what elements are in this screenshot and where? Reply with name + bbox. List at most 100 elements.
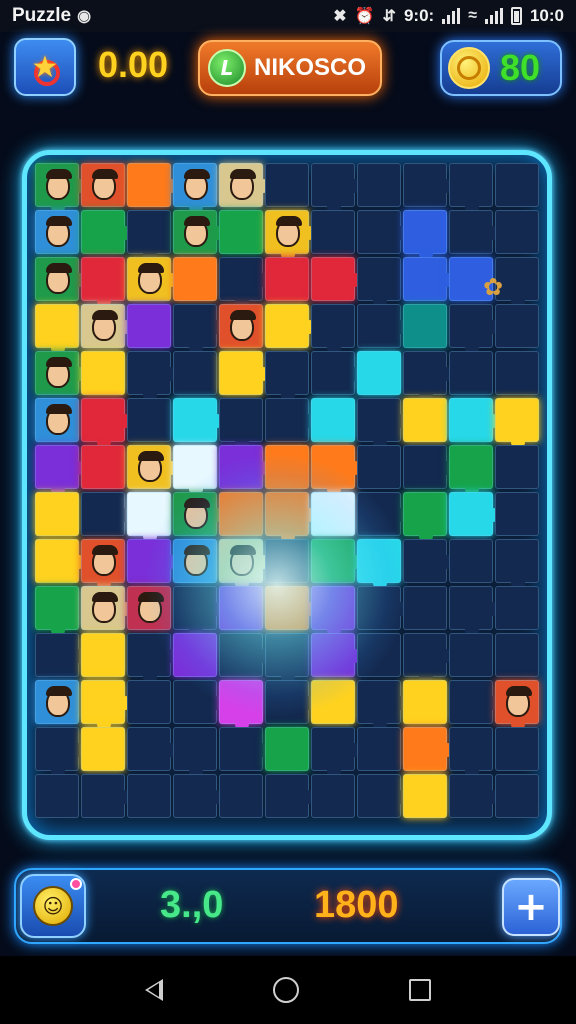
puzzle-piece[interactable] [311,398,355,442]
puzzle-piece[interactable] [265,304,316,348]
puzzle-piece[interactable] [81,586,132,630]
puzzle-piece[interactable] [265,257,309,301]
puzzle-piece[interactable] [495,586,539,630]
puzzle-piece[interactable] [127,727,178,771]
puzzle-piece[interactable] [495,304,539,348]
puzzle-piece[interactable] [357,304,408,348]
puzzle-piece[interactable] [449,680,500,724]
puzzle-piece[interactable] [35,257,86,301]
puzzle-piece[interactable] [81,398,132,449]
puzzle-piece[interactable] [311,257,362,301]
puzzle-piece[interactable] [127,680,171,724]
puzzle-piece[interactable] [311,633,362,677]
puzzle-piece[interactable] [495,210,539,254]
puzzle-piece[interactable] [449,774,500,818]
puzzle-piece[interactable] [495,163,539,207]
puzzle-piece[interactable] [35,163,86,214]
puzzle-piece[interactable] [35,727,86,778]
puzzle-piece[interactable] [357,539,401,590]
puzzle-piece[interactable] [403,445,454,489]
puzzle-piece[interactable] [403,398,447,442]
puzzle-piece[interactable] [173,351,217,395]
puzzle-piece[interactable] [495,445,539,489]
puzzle-piece[interactable] [219,727,270,771]
puzzle-piece[interactable] [81,727,125,771]
puzzle-piece[interactable] [127,210,171,261]
puzzle-piece[interactable] [311,304,355,355]
puzzle-piece[interactable] [219,304,263,348]
puzzle-piece[interactable] [35,539,86,583]
puzzle-piece[interactable] [219,210,263,254]
puzzle-piece[interactable] [127,163,178,207]
puzzle-piece[interactable] [449,304,500,355]
puzzle-piece[interactable] [357,163,401,207]
puzzle-piece[interactable] [219,351,270,395]
puzzle-piece[interactable] [403,586,447,630]
puzzle-piece[interactable] [173,680,224,724]
puzzle-piece[interactable] [127,304,171,348]
puzzle-piece[interactable] [311,680,355,724]
puzzle-piece[interactable] [35,633,86,677]
puzzle-piece[interactable] [219,492,263,536]
recents-icon[interactable] [409,979,431,1001]
puzzle-piece[interactable] [265,633,309,684]
puzzle-piece[interactable] [127,351,178,402]
puzzle-piece[interactable] [35,351,86,395]
puzzle-piece[interactable] [403,774,447,818]
puzzle-piece[interactable] [357,492,408,536]
puzzle-piece[interactable] [173,257,217,301]
puzzle-piece[interactable] [403,727,454,771]
puzzle-piece[interactable] [219,633,270,677]
puzzle-piece[interactable] [357,398,408,449]
puzzle-piece[interactable] [81,257,125,308]
puzzle-piece[interactable] [265,492,316,543]
puzzle-piece[interactable] [127,539,178,583]
puzzle-piece[interactable] [35,492,79,536]
puzzle-piece[interactable] [81,445,125,489]
puzzle-piece[interactable] [495,398,539,449]
puzzle-piece[interactable] [311,210,355,254]
puzzle-piece[interactable] [127,257,178,301]
puzzle-piece[interactable] [81,492,132,536]
puzzle-piece[interactable] [173,539,217,583]
puzzle-piece[interactable] [173,210,224,254]
puzzle-piece[interactable] [495,727,539,771]
puzzle-piece[interactable] [495,492,539,536]
add-button[interactable]: + [502,878,560,936]
puzzle-piece[interactable] [449,210,500,254]
puzzle-piece[interactable] [449,163,493,214]
puzzle-piece[interactable] [403,351,454,402]
puzzle-piece[interactable] [81,163,125,207]
puzzle-piece[interactable] [357,257,401,308]
puzzle-piece[interactable] [495,774,539,818]
puzzle-piece[interactable] [127,774,171,818]
puzzle-piece[interactable] [449,492,500,536]
puzzle-piece[interactable] [173,727,217,778]
puzzle-piece[interactable] [35,304,79,355]
puzzle-piece[interactable] [219,774,263,818]
puzzle-piece[interactable] [173,304,224,355]
puzzle-piece[interactable] [219,539,270,590]
avatar-button[interactable]: ☺ [20,874,86,938]
puzzle-piece[interactable] [403,633,454,684]
puzzle-piece[interactable] [35,398,79,442]
puzzle-piece[interactable] [311,539,362,583]
puzzle-piece[interactable] [357,586,408,630]
puzzle-piece[interactable] [81,539,125,590]
puzzle-piece[interactable] [173,633,217,677]
puzzle-piece[interactable] [173,492,224,536]
puzzle-piece[interactable] [81,774,132,818]
puzzle-piece[interactable] [35,445,86,496]
back-icon[interactable] [145,979,163,1001]
puzzle-piece[interactable] [495,539,539,590]
puzzle-piece[interactable] [449,727,493,778]
puzzle-piece[interactable] [81,680,132,731]
puzzle-piece[interactable] [265,680,316,724]
puzzle-piece[interactable] [219,257,270,308]
puzzle-piece[interactable] [173,163,217,214]
puzzle-piece[interactable] [81,351,125,395]
puzzle-piece[interactable] [127,398,171,442]
puzzle-piece[interactable] [219,398,263,449]
puzzle-piece[interactable] [35,680,79,724]
puzzle-piece[interactable] [357,680,408,731]
